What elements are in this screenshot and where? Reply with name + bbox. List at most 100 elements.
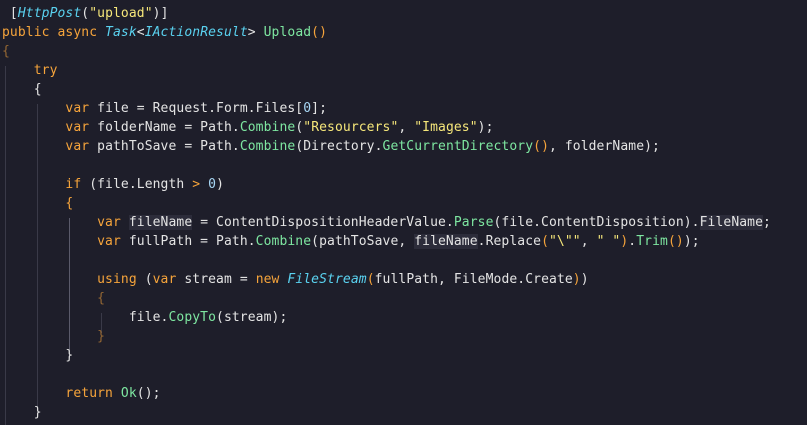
code-token: new [255, 272, 288, 287]
code-token: CopyTo [168, 310, 217, 325]
code-token: var [152, 272, 185, 287]
code-token: FileName [699, 215, 764, 230]
code-line[interactable]: var pathToSave = Path.Combine(Directory.… [2, 137, 660, 156]
code-token: var [65, 139, 98, 154]
code-line[interactable]: file.CopyTo(stream); [2, 308, 287, 327]
code-token: 0 [303, 101, 312, 116]
code-token: if [65, 177, 90, 192]
code-line[interactable]: { [2, 289, 105, 308]
code-token: ]; [311, 101, 328, 116]
code-token: () [311, 25, 328, 40]
code-token: fileName [128, 215, 193, 230]
code-token: fullPath, FileMode.Create [374, 272, 573, 287]
code-token: Upload [263, 25, 312, 40]
code-token: fileName [414, 234, 478, 249]
code-line[interactable]: } [2, 327, 105, 346]
code-line[interactable]: return Ok(); [2, 384, 161, 403]
code-token: fullPath = Path. [128, 234, 256, 249]
code-token: pathToSave = Path. [97, 139, 240, 154]
code-token: var [97, 215, 129, 230]
code-token: Ok [120, 386, 137, 401]
code-token: ) [572, 272, 581, 287]
code-line[interactable]: { [2, 80, 42, 99]
code-line[interactable]: if (file.Length > 0) [2, 175, 224, 194]
code-token: var [65, 101, 98, 116]
code-token: FileStream [287, 272, 367, 287]
code-line[interactable]: } [2, 403, 42, 422]
code-token: file = Request.Form.Files[ [97, 101, 304, 116]
code-token: "upload" [89, 6, 153, 21]
code-token: ) [216, 177, 224, 192]
code-token: , [398, 120, 415, 135]
code-line[interactable]: } [2, 346, 73, 365]
code-line[interactable]: var folderName = Path.Combine("Resourcer… [2, 118, 494, 137]
code-token: using [97, 272, 145, 287]
code-token: { [97, 291, 106, 306]
code-token: { [65, 196, 74, 211]
code-token: ( [366, 272, 375, 287]
code-token: folderName = Path. [97, 120, 240, 135]
code-token: Trim [636, 234, 668, 249]
code-token: stream = [184, 272, 256, 287]
code-token: (Directory. [295, 139, 383, 154]
code-token: } [97, 329, 106, 344]
code-token: Parse [453, 215, 494, 230]
code-line[interactable]: var file = Request.Form.Files[0]; [2, 99, 327, 118]
code-token: return [65, 386, 121, 401]
code-line[interactable]: public async Task<IActionResult> Upload(… [2, 23, 327, 42]
code-token: ) [580, 272, 589, 287]
code-token: () [533, 139, 549, 154]
code-line[interactable]: { [2, 194, 73, 213]
code-token: "\"" [549, 234, 581, 249]
code-token: () [667, 234, 684, 249]
code-line[interactable]: var fileName = ContentDispositionHeaderV… [2, 213, 771, 232]
code-line[interactable]: using (var stream = new FileStream(fullP… [2, 270, 589, 289]
code-line[interactable]: [HttpPost("upload")] [2, 4, 169, 23]
code-token: { [33, 82, 42, 97]
code-token: (); [136, 386, 161, 401]
code-token: ; [763, 215, 771, 230]
code-token: 0 [208, 177, 217, 192]
code-token: var [97, 234, 129, 249]
code-editor[interactable]: [HttpPost("upload")] public async Task<IA… [0, 0, 807, 425]
code-line[interactable]: try [2, 61, 58, 80]
code-token: HttpPost [17, 6, 82, 21]
code-token: ); [683, 234, 700, 249]
code-token: Combine [255, 234, 312, 249]
code-token: " " [596, 234, 621, 249]
code-line[interactable]: { [2, 42, 10, 61]
code-token: , [580, 234, 597, 249]
code-token: [ [2, 6, 18, 21]
code-token: ); [477, 120, 494, 135]
code-token: )] [152, 6, 169, 21]
code-token: "Images" [414, 120, 478, 135]
code-line[interactable]: var fullPath = Path.Combine(pathToSave, … [2, 232, 700, 251]
code-token: } [33, 405, 42, 420]
code-token: , folderName); [549, 139, 660, 154]
code-token: GetCurrentDirectory [382, 139, 534, 154]
code-token: public async [2, 25, 106, 40]
code-token: IActionResult [144, 25, 248, 40]
code-token: > [192, 177, 201, 192]
code-token: "Resourcers" [303, 120, 399, 135]
code-token: (pathToSave, [311, 234, 415, 249]
code-token: (stream); [216, 310, 288, 325]
code-token: ( [541, 234, 549, 249]
code-token: (file.Length [89, 177, 193, 192]
code-token: Combine [239, 120, 296, 135]
code-token: = ContentDispositionHeaderValue. [192, 215, 454, 230]
